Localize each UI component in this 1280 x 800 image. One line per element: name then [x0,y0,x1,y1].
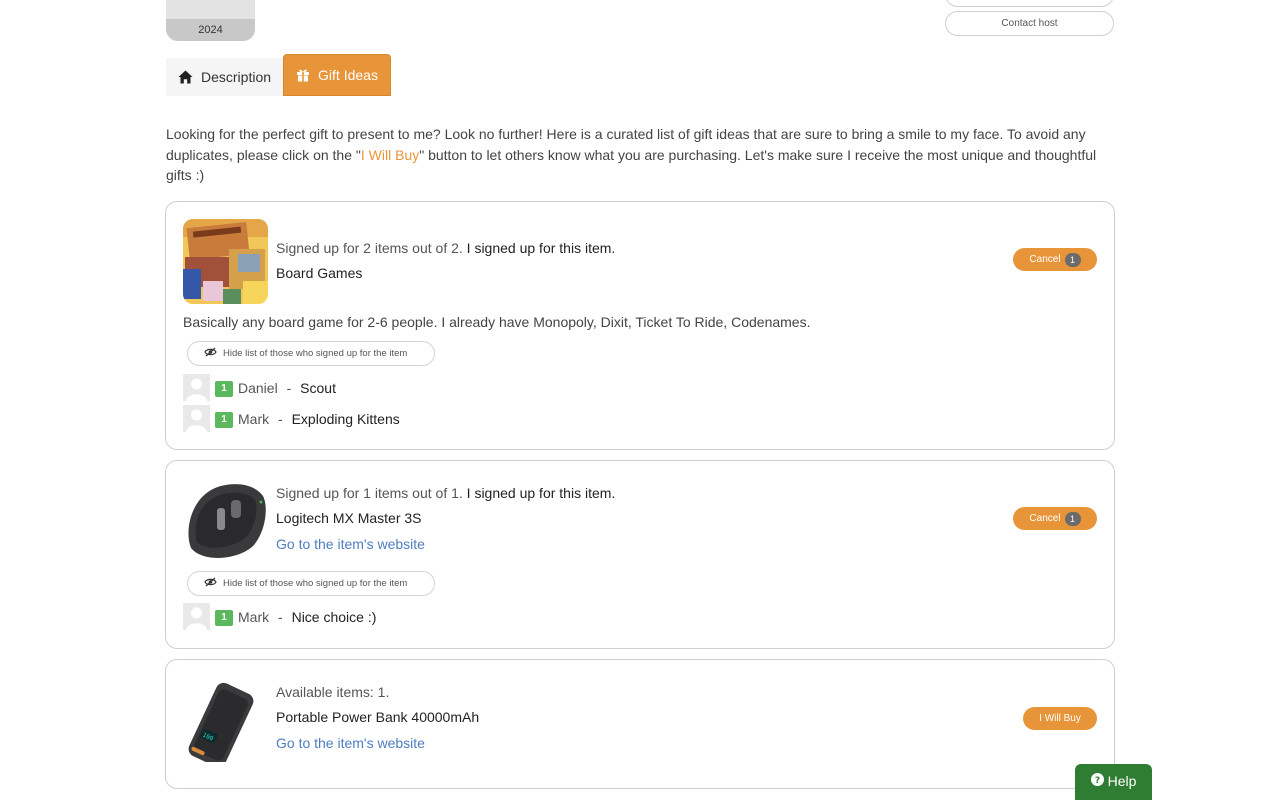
item-image: 100 [183,677,268,762]
item-status: Signed up for 2 items out of 2. I signed… [276,240,616,256]
signup-gift: Nice choice :) [291,608,377,625]
gift-item-card: 100 Available items: 1. Portable Power B… [165,659,1115,789]
eye-slash-icon [204,577,217,590]
help-button[interactable]: ? Help [1075,764,1152,800]
question-circle-icon: ? [1090,773,1104,789]
my-signup-note: I signed up for this item. [466,240,616,256]
signup-gift: Scout [300,379,336,396]
signup-row: 1 Mark - Nice choice :) [183,603,376,630]
signup-gift: Exploding Kittens [291,410,400,427]
item-status: Available items: 1. [276,684,390,700]
event-image: 2024 [166,0,255,41]
signup-name: Daniel [238,379,278,396]
hide-signups-button[interactable]: Hide list of those who signed up for the… [187,571,435,596]
tab-bar: Description Gift Ideas [166,54,391,96]
signup-name: Mark [238,410,270,427]
signup-row: 1 Daniel - Scout [183,374,336,401]
item-website-link[interactable]: Go to the item's website [276,735,425,751]
eye-slash-icon [204,347,217,360]
signup-count-badge: 1 [1064,511,1081,526]
signup-row: 1 Mark - Exploding Kittens [183,405,400,432]
tab-label: Description [201,69,272,85]
item-name: Portable Power Bank 40000mAh [276,709,480,725]
cancel-button[interactable]: Cancel 1 [1013,507,1097,530]
tab-label: Gift Ideas [318,67,378,83]
qty-badge: 1 [215,380,233,397]
gift-intro-text: Looking for the perfect gift to present … [166,126,1097,183]
i-will-buy-highlight: I Will Buy [360,146,420,163]
cancel-button[interactable]: Cancel 1 [1013,248,1097,271]
item-image [183,219,268,304]
qty-badge: 1 [215,609,233,626]
host-action-button[interactable] [945,0,1114,7]
gift-icon [296,68,310,82]
event-year: 2024 [166,19,255,41]
gift-item-card: Signed up for 1 items out of 1. I signed… [165,460,1115,649]
home-icon [178,70,193,84]
item-name: Logitech MX Master 3S [276,510,422,526]
my-signup-note: I signed up for this item. [466,485,616,501]
item-status: Signed up for 1 items out of 1. I signed… [276,485,616,501]
item-website-link[interactable]: Go to the item's website [276,536,425,552]
i-will-buy-button[interactable]: I Will Buy [1023,707,1097,730]
contact-host-button[interactable]: Contact host [945,11,1114,36]
tab-description[interactable]: Description [166,58,284,96]
qty-badge: 1 [215,411,233,428]
item-name: Board Games [276,265,363,281]
gift-item-card: Signed up for 2 items out of 2. I signed… [165,201,1115,450]
tab-gift-ideas[interactable]: Gift Ideas [283,54,391,96]
avatar [183,405,210,432]
hide-signups-button[interactable]: Hide list of those who signed up for the… [187,341,435,366]
item-description: Basically any board game for 2-6 people.… [183,314,811,330]
signup-name: Mark [238,608,270,625]
avatar [183,603,210,630]
avatar [183,374,210,401]
signup-count-badge: 1 [1064,252,1081,267]
item-image [183,478,268,563]
svg-text:?: ? [1094,776,1099,786]
